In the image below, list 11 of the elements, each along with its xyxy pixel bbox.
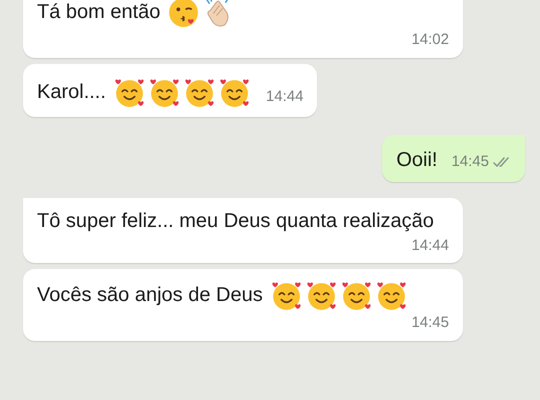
message-time: 14:44 bbox=[411, 236, 449, 256]
message-time: 14:02 bbox=[411, 30, 449, 50]
kissing-face-icon bbox=[167, 0, 200, 29]
message-text: Tá bom então bbox=[37, 1, 160, 23]
message-text: Vocês são anjos de Deus bbox=[37, 284, 263, 306]
message-time: 14:45 bbox=[451, 152, 489, 172]
message-time: 14:44 bbox=[266, 87, 304, 107]
message-text: Karol.... bbox=[37, 80, 106, 102]
message-time: 14:45 bbox=[411, 313, 449, 334]
message-text: Ooii! bbox=[396, 148, 438, 171]
message-text: Tô super feliz... meu Deus quanta realização bbox=[37, 210, 434, 232]
